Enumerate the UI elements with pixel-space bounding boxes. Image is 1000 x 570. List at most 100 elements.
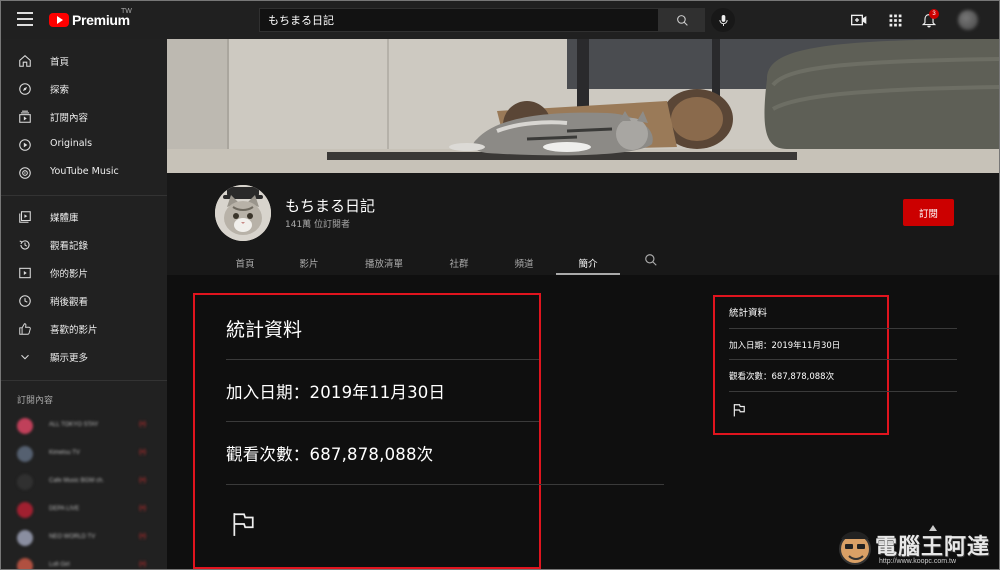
create-video-icon (851, 14, 867, 26)
channel-name: Lofi Girl (49, 562, 70, 568)
channel-avatar (17, 530, 33, 546)
channel-name: Kimetsu TV (49, 450, 80, 456)
sidebar-item-youtube-music[interactable]: YouTube Music (1, 161, 167, 185)
live-indicator-icon: (•) (139, 421, 147, 428)
watch-later-icon (19, 295, 31, 307)
stats-title: 統計資料 (729, 308, 768, 319)
sidebar-item-label: 探索 (50, 85, 70, 96)
sidebar-item-history[interactable]: 觀看記錄 (1, 233, 167, 257)
sidebar-item-label: 顯示更多 (50, 353, 89, 364)
apps-button[interactable] (885, 10, 905, 30)
voice-search-button[interactable] (711, 8, 735, 32)
originals-icon (19, 139, 31, 151)
channel-avatar (17, 474, 33, 490)
hamburger-menu-icon[interactable] (17, 12, 33, 26)
channel-banner-image (167, 39, 999, 173)
divider (729, 328, 957, 329)
subscriptions-icon (19, 110, 31, 123)
sidebar-item-label: 媒體庫 (50, 213, 79, 224)
stats-title-large: 統計資料 (226, 319, 303, 341)
subscription-channel-item[interactable]: NEO WORLD TV (•) (1, 527, 167, 549)
sidebar-item-liked-videos[interactable]: 喜歡的影片 (1, 317, 167, 341)
channel-name: DEPA LIVE (49, 506, 80, 512)
subscription-channel-item[interactable]: ALL TOKYO STAY (•) (1, 415, 167, 437)
sidebar-item-watch-later[interactable]: 稍後觀看 (1, 289, 167, 313)
search-icon (676, 14, 688, 26)
sidebar: 首頁 探索 訂閱內容 Originals YouTube Music 媒體庫 觀… (1, 39, 167, 569)
report-flag-icon[interactable] (732, 403, 746, 417)
sidebar-item-your-videos[interactable]: 你的影片 (1, 261, 167, 285)
sidebar-item-label: 觀看記錄 (50, 241, 89, 252)
watermark-text: 電腦王阿達 (875, 535, 991, 560)
sidebar-item-label: Originals (50, 138, 93, 149)
live-indicator-icon: (•) (139, 561, 147, 568)
sidebar-item-label: 訂閱內容 (50, 113, 89, 124)
report-flag-icon[interactable] (230, 511, 256, 537)
divider (226, 484, 664, 485)
channel-header: もちまる日記 141萬 位訂閱者 訂閱 首頁 影片 播放清單 社群 頻道 簡介 (167, 173, 999, 275)
sidebar-item-explore[interactable]: 探索 (1, 77, 167, 101)
search-bar (259, 8, 705, 32)
compass-icon (19, 83, 31, 95)
tab-home[interactable]: 首頁 (213, 251, 277, 275)
sidebar-item-label: 稍後觀看 (50, 297, 89, 308)
create-video-button[interactable] (849, 10, 869, 30)
music-icon (19, 167, 31, 179)
sidebar-item-subscriptions[interactable]: 訂閱內容 (1, 105, 167, 129)
banner-cat-photo (167, 39, 999, 173)
tab-about[interactable]: 簡介 (556, 251, 620, 275)
channel-name: NEO WORLD TV (49, 534, 96, 540)
youtube-premium-logo[interactable]: Premium (49, 11, 130, 29)
divider (226, 421, 539, 422)
tab-videos[interactable]: 影片 (277, 251, 341, 275)
subscribe-button[interactable]: 訂閱 (903, 199, 954, 226)
youtube-play-icon (49, 13, 69, 27)
sidebar-item-originals[interactable]: Originals (1, 133, 167, 157)
sidebar-divider (1, 195, 167, 196)
subscriber-count: 141萬 位訂閱者 (285, 220, 351, 230)
search-input[interactable] (259, 8, 659, 32)
subscriptions-heading: 訂閱內容 (17, 396, 54, 406)
sidebar-item-library[interactable]: 媒體庫 (1, 205, 167, 229)
live-indicator-icon: (•) (139, 449, 147, 456)
channel-search-icon[interactable] (644, 253, 658, 267)
divider (729, 391, 957, 392)
tab-channels[interactable]: 頻道 (492, 251, 556, 275)
joined-date-large: 加入日期：2019年11月30日 (226, 383, 446, 402)
home-icon (19, 55, 31, 67)
divider (729, 359, 957, 360)
channel-name: ALL TOKYO STAY (49, 422, 99, 428)
account-avatar[interactable] (958, 10, 978, 30)
sidebar-item-label: 首頁 (50, 57, 70, 68)
tab-playlists[interactable]: 播放清單 (351, 251, 417, 275)
sidebar-divider (1, 380, 167, 381)
app-window: Premium TW 3 首頁 探索 (0, 0, 1000, 570)
subscription-channel-item[interactable]: Cafe Music BGM ch. (•) (1, 471, 167, 493)
region-code: TW (121, 8, 132, 15)
sidebar-item-home[interactable]: 首頁 (1, 49, 167, 73)
live-indicator-icon: (•) (139, 533, 147, 540)
thumbs-up-icon (19, 323, 31, 335)
view-count: 觀看次數：687,878,088次 (729, 372, 835, 382)
sidebar-item-show-more[interactable]: 顯示更多 (1, 345, 167, 369)
cat-avatar-image (215, 185, 271, 241)
sidebar-item-label: YouTube Music (50, 166, 119, 177)
subscription-channel-item[interactable]: Kimetsu TV (•) (1, 443, 167, 465)
notifications-button[interactable]: 3 (919, 9, 939, 30)
search-button[interactable] (659, 8, 705, 32)
microphone-icon (718, 14, 728, 26)
apps-grid-icon (889, 14, 901, 26)
subscription-channel-item[interactable]: Lofi Girl (•) (1, 555, 167, 569)
chevron-down-icon (21, 354, 29, 360)
sidebar-item-label: 你的影片 (50, 269, 89, 280)
channel-avatar (17, 446, 33, 462)
sidebar-item-label: 喜歡的影片 (50, 325, 98, 336)
subscription-channel-item[interactable]: DEPA LIVE (•) (1, 499, 167, 521)
tab-community[interactable]: 社群 (427, 251, 491, 275)
top-bar: Premium TW 3 (1, 1, 999, 39)
channel-avatar (17, 558, 33, 569)
channel-avatar[interactable] (215, 185, 271, 241)
history-icon (19, 240, 30, 250)
channel-name: Cafe Music BGM ch. (49, 478, 105, 484)
live-indicator-icon: (•) (139, 505, 147, 512)
